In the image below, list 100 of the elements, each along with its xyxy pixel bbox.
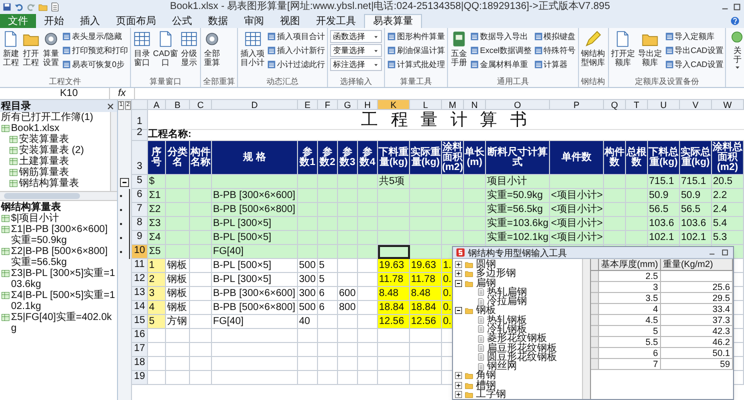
- table-cell[interactable]: [442, 189, 464, 203]
- table-cell[interactable]: [318, 231, 338, 245]
- list-item[interactable]: $|项目小计: [11, 213, 60, 224]
- table-cell[interactable]: [338, 245, 358, 259]
- table-cell[interactable]: [338, 273, 358, 287]
- column-header[interactable]: L: [410, 100, 442, 110]
- table-cell[interactable]: [190, 301, 212, 315]
- row-header[interactable]: 10: [132, 245, 148, 259]
- tree-item[interactable]: 扁钢: [476, 278, 496, 288]
- table-cell[interactable]: [410, 343, 442, 357]
- ribbon-button[interactable]: 计算式批处理: [387, 58, 445, 71]
- document-icon[interactable]: [50, 2, 60, 12]
- row-header[interactable]: 2: [132, 130, 148, 141]
- table-cell[interactable]: [464, 189, 486, 203]
- table-cell[interactable]: [338, 231, 358, 245]
- ribbon-button[interactable]: 打开工程: [22, 30, 40, 77]
- table-cell[interactable]: [338, 371, 358, 385]
- table-cell[interactable]: [358, 343, 378, 357]
- close-icon[interactable]: [106, 102, 115, 110]
- column-header[interactable]: O: [486, 100, 550, 110]
- tree-item[interactable]: 钢筋算量表: [19, 167, 69, 178]
- ribbon-button[interactable]: 表头显示/隐藏: [62, 30, 128, 43]
- row-header[interactable]: 15: [132, 315, 148, 329]
- table-cell[interactable]: [166, 357, 190, 371]
- ribbon-button[interactable]: 新建工程: [2, 30, 20, 77]
- row-selector[interactable]: [591, 348, 599, 358]
- table-cell[interactable]: [166, 329, 190, 343]
- save-icon[interactable]: [2, 2, 12, 12]
- column-header[interactable]: U: [648, 100, 680, 110]
- table-cell[interactable]: [410, 175, 442, 189]
- column-header[interactable]: A: [148, 100, 166, 110]
- table-cell[interactable]: [358, 245, 378, 259]
- table-cell[interactable]: [378, 329, 410, 343]
- maximize-icon[interactable]: [732, 2, 742, 12]
- ribbon-button[interactable]: 数据导入导出: [470, 30, 532, 43]
- column-header[interactable]: P: [550, 100, 604, 110]
- column-header[interactable]: C: [190, 100, 212, 110]
- column-header[interactable]: M: [442, 100, 464, 110]
- list-item[interactable]: Σ1|B-PB [300×6×600]实重=50.9kg: [11, 224, 117, 246]
- table-cell[interactable]: [212, 371, 298, 385]
- table-cell[interactable]: [190, 273, 212, 287]
- redo-icon[interactable]: [26, 2, 36, 12]
- table-cell[interactable]: [190, 217, 212, 231]
- ribbon-button[interactable]: 图形构件算量: [387, 30, 445, 43]
- tree-item[interactable]: 槽钢: [476, 380, 496, 390]
- table-cell[interactable]: [166, 371, 190, 385]
- row-header[interactable]: 18: [132, 357, 148, 371]
- table-cell[interactable]: [298, 343, 318, 357]
- table-cell[interactable]: [442, 217, 464, 231]
- tree-item[interactable]: 圆钢: [476, 260, 496, 270]
- table-cell[interactable]: [190, 203, 212, 217]
- table-cell[interactable]: [338, 357, 358, 371]
- table-cell[interactable]: [148, 357, 166, 371]
- ribbon-button[interactable]: 插入小计新行: [267, 44, 325, 57]
- row-selector[interactable]: [591, 314, 599, 326]
- row-selector[interactable]: [591, 282, 599, 292]
- column-header[interactable]: E: [298, 100, 318, 110]
- table-cell[interactable]: [166, 217, 190, 231]
- table-cell[interactable]: [626, 231, 648, 245]
- row-header[interactable]: 9: [132, 231, 148, 245]
- table-cell[interactable]: [166, 175, 190, 189]
- row-header[interactable]: 17: [132, 343, 148, 357]
- table-cell[interactable]: [318, 357, 338, 371]
- table-cell[interactable]: [318, 343, 338, 357]
- ribbon-button[interactable]: 五金手册: [450, 30, 468, 77]
- table-cell[interactable]: [298, 175, 318, 189]
- table-cell[interactable]: [338, 189, 358, 203]
- ribbon-button[interactable]: 分级显示: [180, 30, 198, 77]
- expand-icon[interactable]: [455, 270, 462, 278]
- tree-item[interactable]: 安装算量表: [19, 134, 69, 145]
- table-cell[interactable]: [358, 231, 378, 245]
- table-cell[interactable]: [550, 175, 604, 189]
- table-cell[interactable]: [166, 189, 190, 203]
- table-cell[interactable]: [378, 189, 410, 203]
- ribbon-button[interactable]: 导入定额库: [664, 30, 724, 43]
- table-cell[interactable]: [166, 245, 190, 259]
- expand-icon[interactable]: [455, 261, 462, 268]
- tree-item[interactable]: 热轧钢板: [487, 316, 527, 325]
- column-header[interactable]: T: [626, 100, 648, 110]
- table-cell[interactable]: [338, 259, 358, 273]
- table-cell[interactable]: [626, 217, 648, 231]
- list-item[interactable]: Σ4|B-PL [500×5]实重=102.1kg: [11, 290, 117, 312]
- help-icon[interactable]: [730, 16, 740, 26]
- dropdown-field[interactable]: 函数选择: [330, 30, 382, 43]
- table-cell[interactable]: [148, 343, 166, 357]
- ribbon-tab[interactable]: 数据: [200, 14, 236, 28]
- table-cell[interactable]: [190, 175, 212, 189]
- about-button[interactable]: 关于: [728, 30, 744, 87]
- table-cell[interactable]: [358, 371, 378, 385]
- column-header[interactable]: F: [318, 100, 338, 110]
- ribbon-button[interactable]: 导出CAD设置: [664, 44, 724, 57]
- ribbon-tab[interactable]: 公式: [164, 14, 200, 28]
- list-item[interactable]: Σ2|B-PB [500×6×800]实重=56.5kg: [11, 246, 117, 268]
- table-cell[interactable]: [410, 329, 442, 343]
- table-cell[interactable]: [298, 189, 318, 203]
- table-cell[interactable]: [338, 175, 358, 189]
- tree-item[interactable]: 冷拉扁钢: [487, 297, 527, 306]
- table-cell[interactable]: [190, 245, 212, 259]
- table-cell[interactable]: [358, 273, 378, 287]
- table-cell[interactable]: [358, 203, 378, 217]
